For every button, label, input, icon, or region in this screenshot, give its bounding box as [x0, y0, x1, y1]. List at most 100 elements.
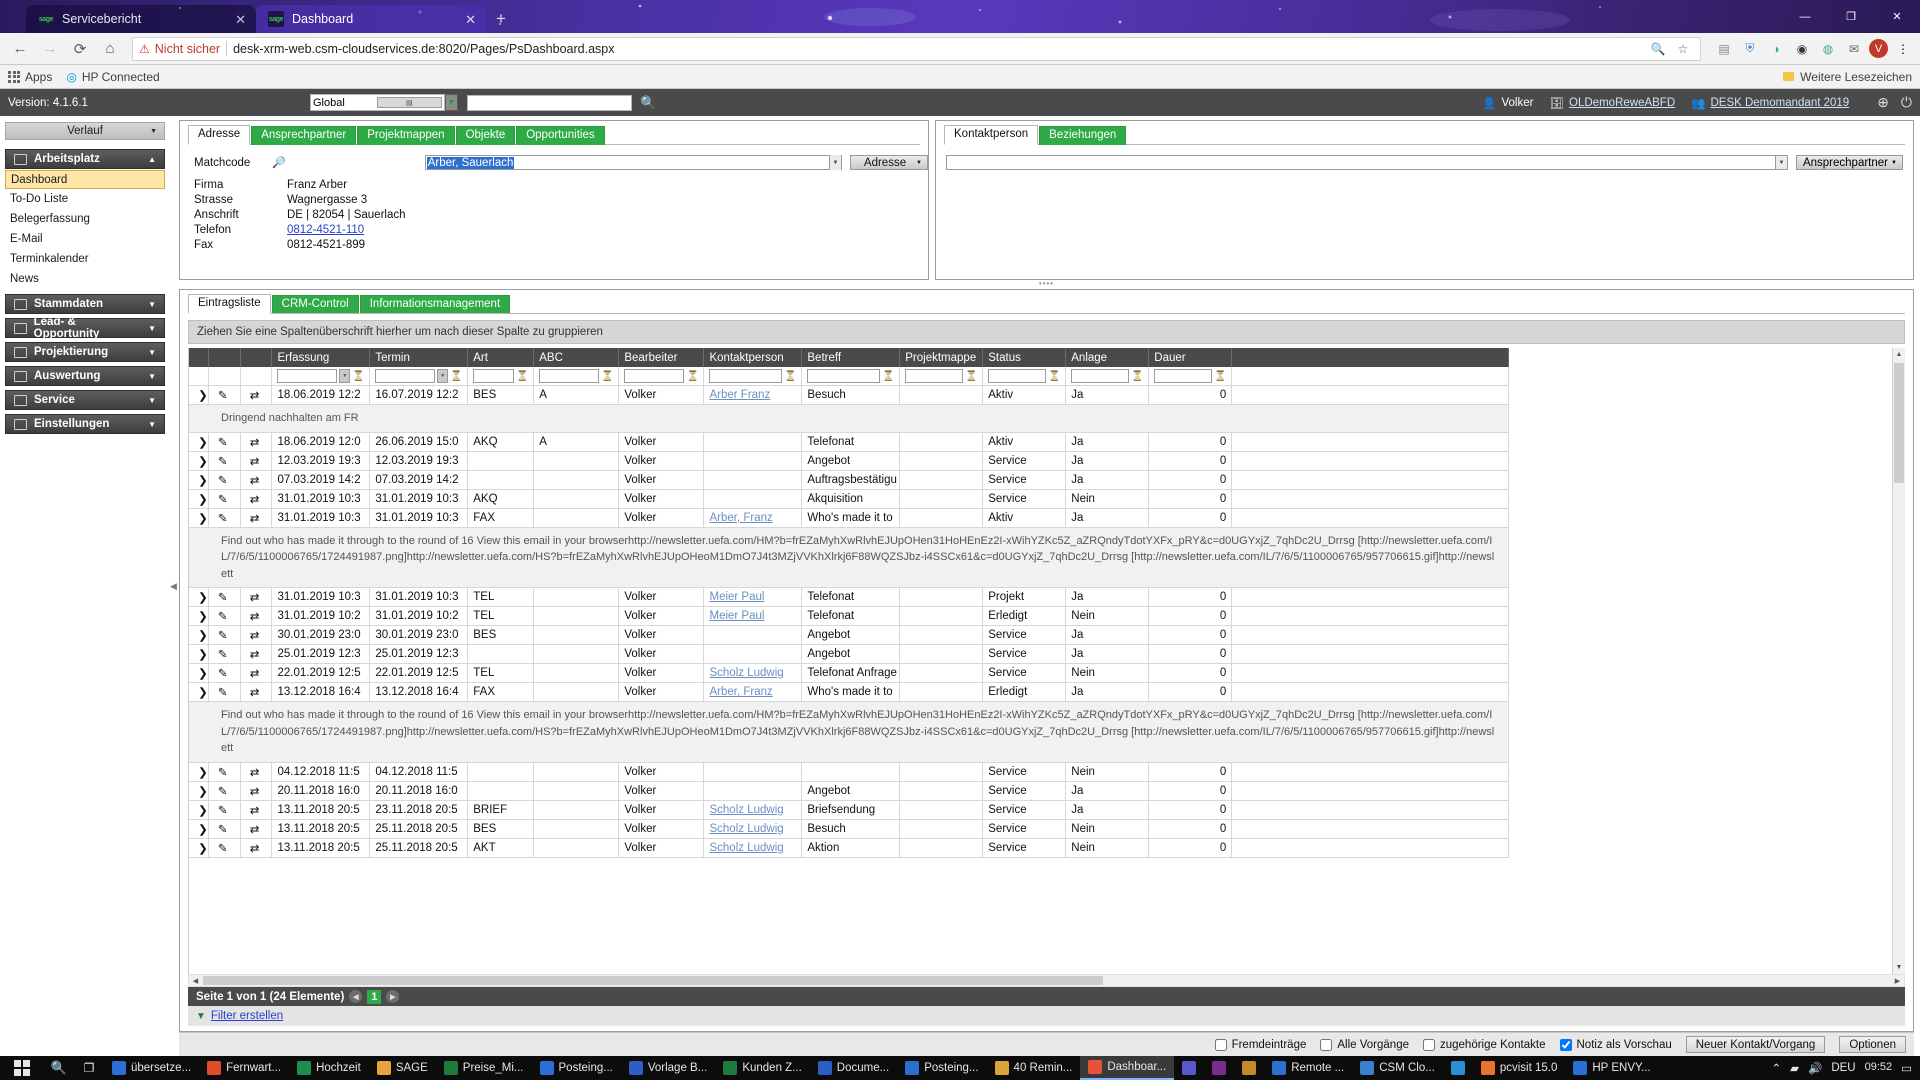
sidebar-group-stammdaten[interactable]: Stammdaten ▼: [5, 294, 165, 314]
cell-actions[interactable]: ❯: [189, 606, 209, 626]
edit-icon[interactable]: ✎: [214, 841, 232, 855]
cell-actions[interactable]: ❯: [189, 489, 209, 509]
taskbar-item[interactable]: 40 Remin...: [987, 1056, 1081, 1080]
kontakt-link[interactable]: Arber Franz: [709, 389, 770, 401]
cell-actions[interactable]: ❯: [189, 432, 209, 452]
cell-actions[interactable]: ⇄: [240, 762, 273, 782]
minimize-button[interactable]: —: [1782, 0, 1828, 33]
cell-actions[interactable]: ✎: [208, 489, 241, 509]
extension-icon-3[interactable]: ◑: [1765, 38, 1787, 60]
list-icon[interactable]: ▤: [376, 97, 442, 108]
expand-row-icon[interactable]: ❯: [194, 666, 207, 680]
filter-input[interactable]: [624, 369, 685, 383]
col-status[interactable]: Status: [982, 348, 1067, 367]
col-betreff[interactable]: Betreff: [801, 348, 901, 367]
cell-actions[interactable]: ⇄: [240, 819, 273, 839]
cell-actions[interactable]: ✎: [208, 606, 241, 626]
scroll-thumb[interactable]: [1894, 363, 1904, 483]
table-row[interactable]: ❯ ✎ ⇄ 31.01.2019 10:3 31.01.2019 10:3 AKQ Volk…: [189, 489, 1509, 509]
filter-betreff[interactable]: ⏳: [801, 367, 901, 386]
sidebar-item-news[interactable]: News: [5, 269, 165, 289]
tab-informationsmanagement[interactable]: Informationsmanagement: [359, 295, 511, 314]
history-dropdown[interactable]: Verlauf ▼: [5, 122, 165, 140]
cell-actions[interactable]: ✎: [208, 800, 241, 820]
tray-network-icon[interactable]: ▰: [1790, 1061, 1799, 1075]
chevron-down-icon[interactable]: ▼: [829, 155, 841, 170]
table-row[interactable]: ❯ ✎ ⇄ 31.01.2019 10:3 31.01.2019 10:3 FAX Volk…: [189, 508, 1509, 528]
cell-actions[interactable]: ❯: [189, 762, 209, 782]
cell-actions[interactable]: ❯: [189, 781, 209, 801]
chevron-down-icon[interactable]: ▼: [445, 94, 458, 111]
checkbox-fremdeintraege[interactable]: Fremdeinträge: [1214, 1038, 1306, 1051]
grid-horizontal-scrollbar[interactable]: ◀ ▶: [188, 974, 1905, 987]
logout-icon[interactable]: ⏻: [1901, 94, 1912, 111]
search-icon[interactable]: 🔍: [1647, 38, 1669, 60]
checkbox-input[interactable]: [1214, 1038, 1227, 1051]
filter-icon[interactable]: ⏳: [1048, 371, 1060, 382]
edit-icon[interactable]: ✎: [214, 435, 232, 449]
table-row[interactable]: ❯ ✎ ⇄ 13.11.2018 20:5 23.11.2018 20:5 BRIEF Vo…: [189, 800, 1509, 820]
help-icon[interactable]: ⊕: [1877, 94, 1889, 111]
table-row[interactable]: ❯ ✎ ⇄ 12.03.2019 19:3 12.03.2019 19:3 Volker A…: [189, 451, 1509, 471]
scroll-right-icon[interactable]: ▶: [1891, 977, 1904, 985]
edit-icon[interactable]: ✎: [214, 388, 232, 402]
taskbar-item[interactable]: übersetze...: [104, 1056, 199, 1080]
tab-objekte[interactable]: Objekte: [455, 126, 516, 145]
edit-icon[interactable]: ✎: [214, 511, 232, 525]
open-icon[interactable]: ⇄: [246, 628, 264, 642]
filter-input[interactable]: [1071, 369, 1130, 383]
scroll-left-icon[interactable]: ◀: [189, 977, 202, 985]
cell-actions[interactable]: ❯: [189, 587, 209, 607]
sidebar-group-lead-opportunity[interactable]: Lead- & Opportunity ▼: [5, 316, 165, 340]
edit-icon[interactable]: ✎: [214, 473, 232, 487]
cell-actions[interactable]: ✎: [208, 663, 241, 683]
filter-input[interactable]: [905, 369, 964, 383]
expand-row-icon[interactable]: ❯: [194, 473, 207, 487]
filter-icon[interactable]: ⏳: [1131, 371, 1143, 382]
col-kontaktperson[interactable]: Kontaktperson: [703, 348, 803, 367]
cell-actions[interactable]: ✎: [208, 508, 241, 528]
current-database[interactable]: 🗄 OLDemoReweABFD: [1549, 96, 1675, 110]
chevron-down-icon[interactable]: ▼: [339, 369, 351, 383]
neuer-kontakt-button[interactable]: Neuer Kontakt/Vorgang: [1685, 1036, 1826, 1053]
table-row[interactable]: ❯ ✎ ⇄ 22.01.2019 12:5 22.01.2019 12:5 TEL Volk…: [189, 663, 1509, 683]
cell-actions[interactable]: ⇄: [240, 644, 273, 664]
edit-icon[interactable]: ✎: [214, 492, 232, 506]
filter-bearbeiter[interactable]: ⏳: [618, 367, 705, 386]
open-icon[interactable]: ⇄: [246, 609, 264, 623]
maximize-button[interactable]: ❐: [1828, 0, 1874, 33]
filter-input[interactable]: [539, 369, 600, 383]
kontakt-link[interactable]: Scholz Ludwig: [709, 804, 783, 816]
taskbar-item[interactable]: Remote ...: [1264, 1056, 1352, 1080]
kontakt-link[interactable]: Meier Paul: [709, 610, 764, 622]
tab-crm-control[interactable]: CRM-Control: [271, 295, 359, 314]
taskbar-item[interactable]: Preise_Mi...: [436, 1056, 532, 1080]
kontakt-link[interactable]: Arber, Franz: [709, 686, 772, 698]
col-bearbeiter[interactable]: Bearbeiter: [618, 348, 705, 367]
cell-actions[interactable]: ✎: [208, 838, 241, 858]
edit-icon[interactable]: ✎: [214, 822, 232, 836]
open-icon[interactable]: ⇄: [246, 666, 264, 680]
sidebar-group-arbeitsplatz[interactable]: Arbeitsplatz ▲: [5, 149, 165, 169]
cell-actions[interactable]: ⇄: [240, 838, 273, 858]
scroll-down-icon[interactable]: ▼: [1893, 961, 1905, 974]
taskbar-clock[interactable]: 09:52: [1865, 1062, 1893, 1074]
sidebar-group-service[interactable]: Service ▼: [5, 390, 165, 410]
col-termin[interactable]: Termin: [369, 348, 469, 367]
other-bookmarks[interactable]: Weitere Lesezeichen: [1783, 70, 1912, 84]
taskbar-item[interactable]: [1204, 1056, 1234, 1080]
chevron-down-icon[interactable]: ▼: [437, 369, 449, 383]
current-mandant[interactable]: 👥 DESK Demomandant 2019: [1691, 96, 1849, 110]
open-icon[interactable]: ⇄: [246, 841, 264, 855]
taskbar-item[interactable]: [1443, 1056, 1473, 1080]
cell-actions[interactable]: ❯: [189, 451, 209, 471]
tab-ansprechpartner[interactable]: Ansprechpartner: [251, 126, 357, 145]
table-row[interactable]: ❯ ✎ ⇄ 04.12.2018 11:5 04.12.2018 11:5 Volker S…: [189, 762, 1509, 782]
table-row[interactable]: ❯ ✎ ⇄ 13.11.2018 20:5 25.11.2018 20:5 BES Volk…: [189, 819, 1509, 839]
filter-dauer[interactable]: ⏳: [1148, 367, 1233, 386]
extension-icon-4[interactable]: ◉: [1791, 38, 1813, 60]
filter-input[interactable]: [988, 369, 1047, 383]
scroll-up-icon[interactable]: ▲: [1893, 348, 1905, 361]
tab-eintragsliste[interactable]: Eintragsliste: [188, 294, 271, 314]
expand-row-icon[interactable]: ❯: [194, 765, 207, 779]
